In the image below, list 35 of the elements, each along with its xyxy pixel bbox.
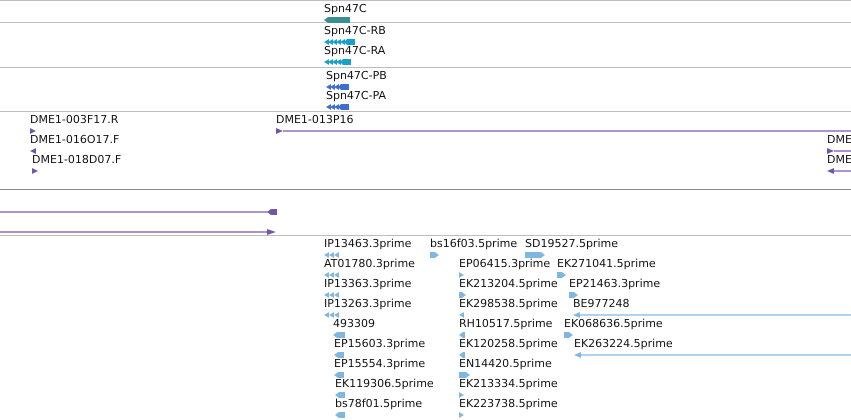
feature-label: DME bbox=[827, 133, 851, 147]
feature-label: DME1-013P16 bbox=[276, 113, 354, 127]
feature-label: Spn47C-RA bbox=[324, 44, 386, 58]
feature-label: DME1-016O17.F bbox=[30, 133, 120, 147]
feature-label: AT01780.3prime bbox=[324, 257, 415, 271]
feature-label: DME1-018D07.F bbox=[32, 153, 122, 167]
feature-label: EN14420.5prime bbox=[459, 357, 552, 371]
feature-label: EP21463.3prime bbox=[569, 277, 660, 291]
feature-label: IP13463.3prime bbox=[324, 237, 412, 251]
feature-label: EK068636.5prime bbox=[564, 317, 663, 331]
feature-label: EK119306.5prime bbox=[335, 377, 434, 391]
feature-label: bs78f01.5prime bbox=[335, 397, 422, 411]
feature-label: Spn47C-PA bbox=[326, 89, 386, 103]
feature-label: EK120258.5prime bbox=[459, 337, 558, 351]
feature-label: EK223738.5prime bbox=[459, 397, 558, 411]
feature-label: EK213334.5prime bbox=[459, 377, 558, 391]
feature-label: EK271041.5prime bbox=[557, 257, 656, 271]
feature-label: EP15603.3prime bbox=[334, 337, 426, 351]
feature-label: BE977248 bbox=[573, 297, 630, 311]
feature-label: IP13263.3prime bbox=[324, 297, 412, 311]
feature-label: EP15554.3prime bbox=[334, 357, 426, 371]
feature-label: 493309 bbox=[333, 317, 375, 331]
feature-label: Spn47C-PB bbox=[326, 69, 387, 83]
feature-label: Spn47C bbox=[324, 2, 367, 16]
feature-label: bs16f03.5prime bbox=[430, 237, 518, 251]
feature-label: IP13363.3prime bbox=[324, 277, 412, 291]
feature-label: EP06415.3prime bbox=[459, 257, 550, 271]
feature-label: EK213204.5prime bbox=[459, 277, 558, 291]
feature-label: DME bbox=[827, 153, 851, 167]
feature-label: DME1-003F17.R bbox=[30, 113, 118, 127]
feature-label: SD19527.5prime bbox=[525, 237, 618, 251]
feature-label: RH10517.5prime bbox=[459, 317, 552, 331]
feature-label: Spn47C-RB bbox=[324, 24, 386, 38]
feature-label: EK298538.5prime bbox=[459, 297, 558, 311]
feature-label: EK263224.5prime bbox=[574, 337, 673, 351]
